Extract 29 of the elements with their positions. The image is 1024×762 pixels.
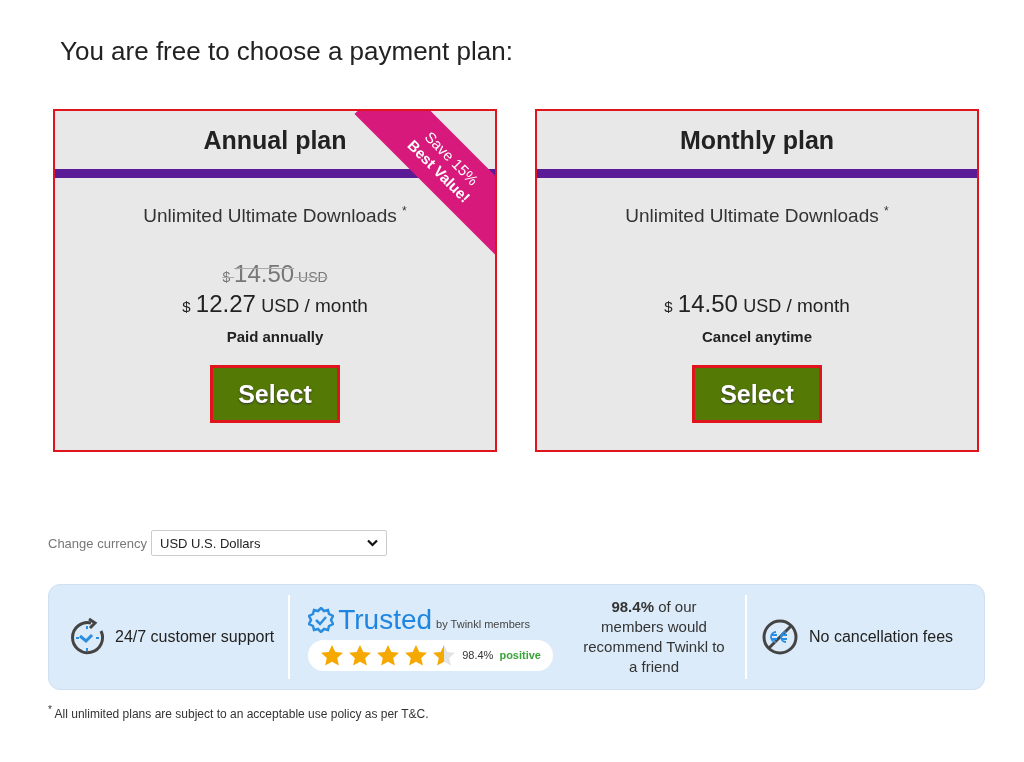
trusted-by-text: by Twinkl members — [436, 617, 531, 630]
chevron-icon — [367, 539, 378, 547]
no-euro-icon — [761, 618, 799, 656]
currency-label: Change currency — [48, 535, 147, 551]
star-icon — [404, 643, 429, 667]
star-icon — [432, 643, 457, 667]
rating-percent: 98.4% — [462, 649, 494, 661]
page-heading: You are free to choose a payment plan: — [60, 36, 514, 67]
no-fees-text: No cancellation fees — [809, 628, 954, 646]
plan-price: $ 14.50 USD / month — [664, 290, 850, 318]
rating-word: positive — [499, 649, 541, 661]
recommend-text: 98.4% of our members would recommend Twinkl to a friend — [582, 597, 726, 677]
billing-note: Paid annually — [226, 328, 324, 345]
star-icon — [320, 643, 345, 667]
star-icon — [348, 643, 373, 667]
verified-badge-icon — [308, 606, 335, 633]
plan-price: $ 12.27 USD / month — [182, 290, 368, 318]
trusted-title: Trusted — [338, 603, 433, 636]
plan-title: Annual plan — [203, 125, 347, 155]
star-icon — [376, 643, 401, 667]
plan-feature: Unlimited Ultimate Downloads $^{*}$ — [143, 204, 407, 229]
support-text: 24/7 customer support — [115, 628, 275, 646]
select-button[interactable]: Select — [692, 365, 822, 423]
billing-note: Cancel anytime — [701, 328, 812, 345]
select-button[interactable]: Select — [210, 365, 340, 423]
footnote: $^{*}$ All unlimited plans are subject to an acceptable use policy as per T&C. — [48, 704, 430, 721]
plan-title: Monthly plan — [679, 125, 835, 155]
currency-dropdown[interactable]: USD U.S. Dollars — [151, 530, 387, 556]
plan-feature: Unlimited Ultimate Downloads $^{*}$ — [625, 204, 889, 229]
